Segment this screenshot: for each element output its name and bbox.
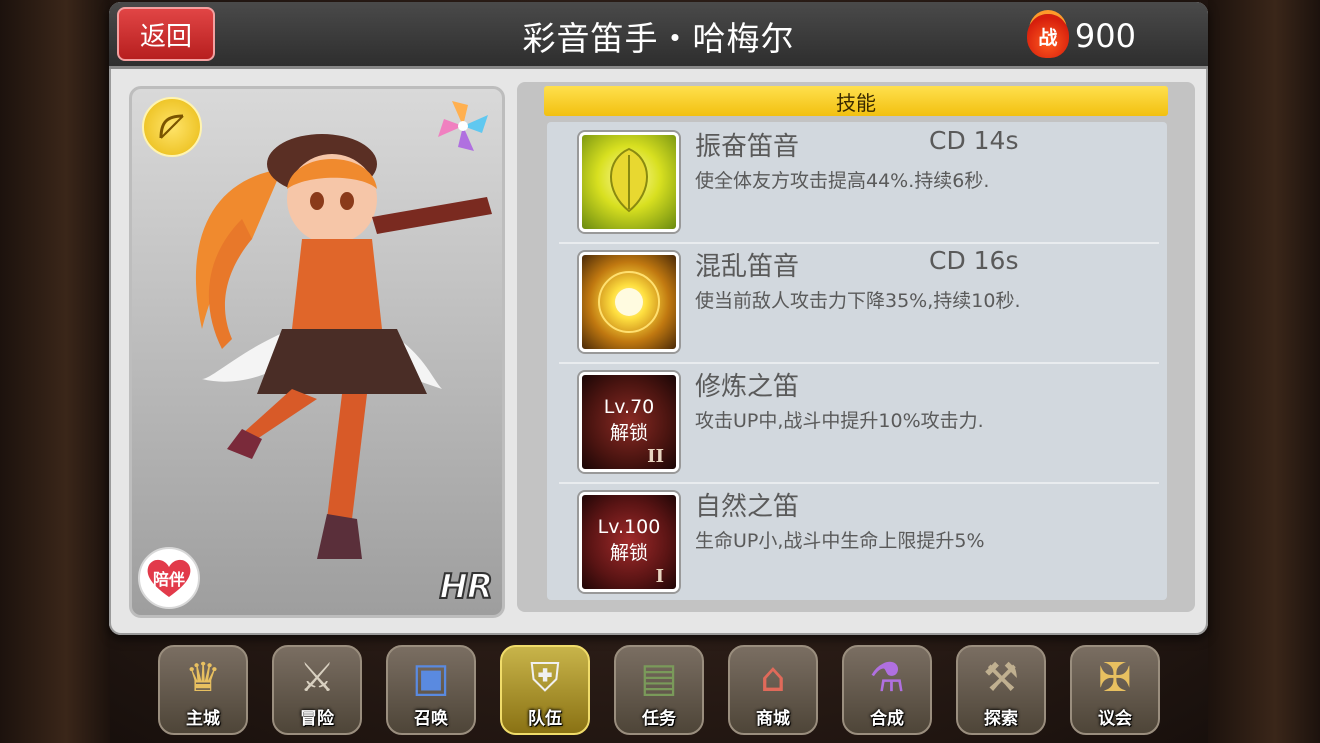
skill-row: Lv.70 解锁 II 修炼之笛 攻击UP中,战斗中提升10%攻击力. xyxy=(559,362,1159,484)
crown-icon: ♛ xyxy=(185,655,221,701)
crossed-weapons-icon: ⚔ xyxy=(299,655,335,701)
nav-team[interactable]: ⛨ 队伍 xyxy=(500,645,590,735)
skill-description: 使当前敌人攻击力下降35%,持续10秒. xyxy=(695,290,1021,312)
character-detail-panel: 返回 彩音笛手・哈梅尔 战 900 陪伴 HR 技能 振奋笛音 CD 14s 使… xyxy=(109,2,1208,635)
skill-name: 振奋笛音 xyxy=(695,132,800,162)
skill-cooldown: CD 16s xyxy=(929,246,1019,275)
nav-main-city[interactable]: ♛ 主城 xyxy=(158,645,248,735)
nav-label: 商城 xyxy=(756,709,790,729)
shovel-icon: ⚒ xyxy=(983,655,1019,701)
skill-row: Lv.100 解锁 I 自然之笛 生命UP小,战斗中生命上限提升5% xyxy=(559,482,1159,602)
character-card: 陪伴 HR xyxy=(129,86,505,618)
rainbow-flower-element-icon xyxy=(438,101,488,151)
leaf-buff-icon[interactable] xyxy=(579,132,679,232)
locked-skill-icon[interactable]: Lv.100 解锁 I xyxy=(579,492,679,592)
background-bookshelf-right xyxy=(1208,0,1320,743)
nav-craft[interactable]: ⚗ 合成 xyxy=(842,645,932,735)
winged-shield-icon: ⛨ xyxy=(530,655,560,701)
skill-tier: II xyxy=(647,446,664,467)
council-crest-icon: ✠ xyxy=(1098,655,1132,701)
nav-label: 队伍 xyxy=(528,709,562,729)
skill-row: 混乱笛音 CD 16s 使当前敌人攻击力下降35%,持续10秒. xyxy=(559,242,1159,364)
unlock-level: Lv.100 xyxy=(597,516,661,538)
nav-council[interactable]: ✠ 议会 xyxy=(1070,645,1160,735)
skill-list: 振奋笛音 CD 14s 使全体友方攻击提高44%.持续6秒. 混乱笛音 CD 1… xyxy=(547,122,1167,600)
companion-label: 陪伴 xyxy=(152,570,185,589)
combat-flame-icon: 战 xyxy=(1026,14,1069,58)
skill-name: 修炼之笛 xyxy=(695,372,800,402)
nav-label: 合成 xyxy=(870,709,904,729)
nav-explore[interactable]: ⚒ 探索 xyxy=(956,645,1046,735)
companion-button[interactable]: 陪伴 xyxy=(138,547,200,609)
nav-quest[interactable]: ▤ 任务 xyxy=(614,645,704,735)
skill-cooldown: CD 14s xyxy=(929,126,1019,155)
nav-adventure[interactable]: ⚔ 冒险 xyxy=(272,645,362,735)
skills-panel: 技能 振奋笛音 CD 14s 使全体友方攻击提高44%.持续6秒. 混乱笛音 C… xyxy=(517,82,1195,612)
skills-header: 技能 xyxy=(544,86,1168,116)
unlock-label: 解锁 xyxy=(609,422,648,444)
nav-label: 主城 xyxy=(186,709,220,729)
potion-flask-icon: ⚗ xyxy=(869,655,905,701)
top-bar: 返回 彩音笛手・哈梅尔 战 900 xyxy=(109,2,1208,69)
burst-debuff-icon[interactable] xyxy=(579,252,679,352)
nav-label: 召唤 xyxy=(414,709,448,729)
quest-book-icon: ▤ xyxy=(640,655,678,701)
combat-power: 战 900 xyxy=(1026,14,1136,58)
unlock-label: 解锁 xyxy=(609,542,648,564)
shop-tent-icon: ⌂ xyxy=(760,655,786,701)
locked-skill-icon[interactable]: Lv.70 解锁 II xyxy=(579,372,679,472)
background-bookshelf-left xyxy=(0,0,110,743)
rarity-badge: HR xyxy=(438,566,494,608)
skill-name: 自然之笛 xyxy=(695,492,800,522)
bottom-nav: ♛ 主城 ⚔ 冒险 ▣ 召唤 ⛨ 队伍 ▤ 任务 ⌂ 商城 ⚗ 合成 ⚒ 探索 … xyxy=(158,645,1164,735)
nav-label: 探索 xyxy=(984,709,1018,729)
bow-class-icon xyxy=(142,97,202,157)
skill-tier: I xyxy=(655,566,664,587)
summon-card-icon: ▣ xyxy=(412,655,450,701)
nav-label: 议会 xyxy=(1098,709,1132,729)
nav-summon[interactable]: ▣ 召唤 xyxy=(386,645,476,735)
nav-label: 任务 xyxy=(642,709,676,729)
nav-shop[interactable]: ⌂ 商城 xyxy=(728,645,818,735)
nav-label: 冒险 xyxy=(300,709,334,729)
skill-row: 振奋笛音 CD 14s 使全体友方攻击提高44%.持续6秒. xyxy=(559,122,1159,244)
combat-power-value: 900 xyxy=(1074,17,1136,55)
skill-description: 生命UP小,战斗中生命上限提升5% xyxy=(695,530,985,552)
skill-name: 混乱笛音 xyxy=(695,252,800,282)
skill-description: 使全体友方攻击提高44%.持续6秒. xyxy=(695,170,990,192)
unlock-level: Lv.70 xyxy=(603,396,655,418)
character-portrait xyxy=(195,134,492,559)
skill-description: 攻击UP中,战斗中提升10%攻击力. xyxy=(695,410,984,432)
